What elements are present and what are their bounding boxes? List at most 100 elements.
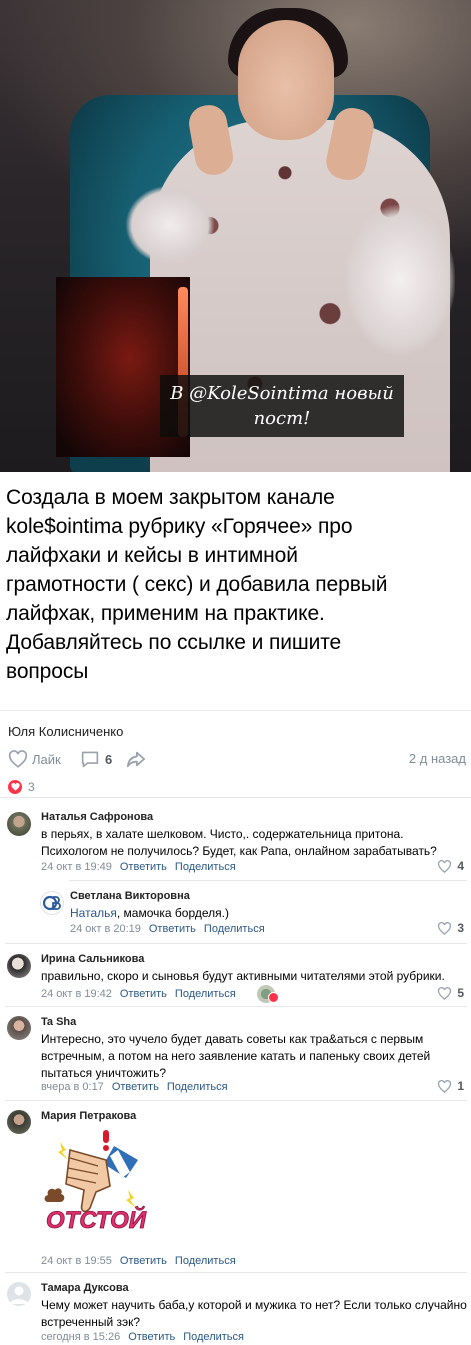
comment-meta: вчера в 0:17 Ответить Поделиться	[41, 1081, 228, 1093]
comment-meta: 24 окт в 19:42 Ответить Поделиться	[41, 988, 236, 1000]
reply-link[interactable]: Ответить	[120, 988, 167, 1000]
share-link[interactable]: Поделиться	[204, 923, 265, 935]
default-user-icon	[10, 1286, 28, 1304]
divider	[69, 880, 467, 881]
comment: Наталья Сафронова в перьях, в халате шел…	[0, 808, 471, 878]
avatar[interactable]	[7, 1282, 31, 1306]
heart-outline-icon	[438, 1079, 452, 1093]
share-link[interactable]: Поделиться	[175, 1255, 236, 1267]
feather-trim-right	[345, 205, 455, 355]
share-link[interactable]: Поделиться	[175, 988, 236, 1000]
reply-link[interactable]: Ответить	[149, 923, 196, 935]
divider	[5, 1006, 467, 1007]
post-text-line: Создала в моем закрытом канале	[6, 486, 335, 509]
post-author[interactable]: Юля Колисниченко	[8, 724, 123, 739]
comment-icon	[81, 751, 99, 768]
comment-author[interactable]: Светлана Викторовна	[70, 890, 190, 902]
comment-meta: 24 окт в 19:49 Ответить Поделиться	[41, 861, 236, 873]
comment-text-body: , мамочка борделя.)	[116, 906, 229, 920]
comment-time[interactable]: 24 окт в 19:55	[41, 1255, 112, 1267]
like-label: Лайк	[32, 751, 61, 767]
heart-reaction-icon	[268, 992, 279, 1003]
comment-text: Интересно, это чучело будет давать совет…	[41, 1031, 466, 1082]
comment-text-line: пытаться уничтожить?	[41, 1066, 167, 1080]
heart-outline-icon	[438, 986, 452, 1000]
share-link[interactable]: Поделиться	[167, 1081, 228, 1093]
share-arrow-icon	[127, 751, 145, 768]
reply-link[interactable]: Ответить	[128, 1331, 175, 1343]
comment-time[interactable]: 24 окт в 20:19	[70, 923, 141, 935]
comment-text-line: в перьях, в халате шелковом. Чисто,. сод…	[41, 827, 404, 841]
post-text-line: лайфхак, применим на практике.	[6, 602, 325, 625]
avatar[interactable]	[7, 1016, 31, 1040]
post-video[interactable]: В @KoleSointima новый пост!	[0, 0, 471, 472]
comments-count: 6	[105, 751, 113, 767]
divider	[5, 1272, 467, 1273]
comment-like-button[interactable]: 5	[437, 986, 464, 1000]
video-caption: В @KoleSointima новый пост!	[160, 375, 404, 437]
share-button[interactable]	[125, 750, 147, 768]
divider	[5, 1100, 467, 1101]
avatar[interactable]	[40, 891, 64, 915]
comment-text: Наталья, мамочка борделя.)	[70, 905, 471, 922]
sticker-text: ОТСТОЙ	[46, 1205, 147, 1234]
comment-like-count: 1	[457, 1079, 464, 1093]
comment-author[interactable]: Наталья Сафронова	[41, 811, 153, 823]
face	[238, 20, 334, 140]
reactions[interactable]: 3	[8, 780, 35, 794]
comment: Ta Sha Интересно, это чучело будет дават…	[0, 1012, 471, 1100]
avatar[interactable]	[7, 954, 31, 978]
comment-text-line: встречным, а потом на него заявление кат…	[41, 1049, 431, 1063]
post-text-line: Добавляйтесь по ссылке и пишите	[6, 631, 342, 654]
comment-meta: 24 окт в 20:19 Ответить Поделиться	[70, 923, 265, 935]
comment-like-count: 5	[457, 986, 464, 1000]
comment-author[interactable]: Ирина Сальникова	[41, 953, 144, 965]
reply-link[interactable]: Ответить	[112, 1081, 159, 1093]
avatar[interactable]	[7, 1110, 31, 1134]
comments-button[interactable]: 6	[80, 750, 112, 768]
comment-like-button[interactable]: 1	[437, 1079, 464, 1093]
post-text: Создала в моем закрытом канале kole$oint…	[6, 483, 468, 686]
comment-author[interactable]: Тамара Дуксова	[41, 1282, 129, 1294]
heart-outline-icon	[438, 921, 452, 935]
caption-line-2: пост!	[253, 408, 311, 429]
comment-text-line: Чему может научить баба,у которой и мужи…	[41, 1298, 467, 1312]
caption-line-1: В @KoleSointima новый	[170, 383, 394, 404]
comment-time[interactable]: 24 окт в 19:49	[41, 861, 112, 873]
comment: Тамара Дуксова Чему может научить баба,у…	[0, 1278, 471, 1344]
feather-trim-left	[125, 185, 215, 265]
like-button[interactable]: Лайк	[8, 750, 61, 768]
divider	[5, 943, 467, 944]
reply-link[interactable]: Ответить	[120, 861, 167, 873]
comment-like-button[interactable]: 3	[437, 921, 464, 935]
comment-text-line: правильно, скоро и сыновья будут активны…	[41, 969, 445, 983]
divider	[0, 797, 471, 798]
post-time: 2 д назад	[408, 751, 466, 766]
reply-link[interactable]: Ответить	[120, 1255, 167, 1267]
reactions-count: 3	[28, 780, 35, 794]
heart-reaction-icon	[8, 780, 22, 794]
post-text-line: kole$ointima рубрику «Горячее» про	[6, 515, 353, 538]
comment-like-count: 3	[457, 921, 464, 935]
comment-time[interactable]: 24 окт в 19:42	[41, 988, 112, 1000]
comment-author[interactable]: Ta Sha	[41, 1016, 76, 1028]
logo-icon	[42, 895, 61, 911]
avatar[interactable]	[7, 812, 31, 836]
comment: Ирина Сальникова правильно, скоро и сыно…	[0, 950, 471, 1005]
post-actions: Лайк 6 2 д назад	[0, 748, 471, 772]
comment-text: Чему может научить баба,у которой и мужи…	[41, 1297, 467, 1331]
post-text-line: лайфхаки и кейсы в интимной	[6, 544, 298, 567]
share-link[interactable]: Поделиться	[175, 861, 236, 873]
comment-text-line: Психологом не получилось? Будет, как Рап…	[41, 844, 437, 858]
comment-text: в перьях, в халате шелковом. Чисто,. сод…	[41, 826, 466, 860]
heart-outline-icon	[438, 859, 452, 873]
comment-time[interactable]: сегодня в 15:26	[41, 1331, 120, 1343]
post-text-line: грамотности ( секс) и добавила первый	[6, 573, 388, 596]
comment-like-button[interactable]: 4	[437, 859, 464, 873]
share-link[interactable]: Поделиться	[183, 1331, 244, 1343]
mention-link[interactable]: Наталья	[70, 906, 117, 920]
comment-author[interactable]: Мария Петракова	[41, 1110, 136, 1122]
comment-time[interactable]: вчера в 0:17	[41, 1081, 104, 1093]
comment-text-line: встреченный зэк?	[41, 1315, 141, 1329]
comment-like-count: 4	[457, 859, 464, 873]
